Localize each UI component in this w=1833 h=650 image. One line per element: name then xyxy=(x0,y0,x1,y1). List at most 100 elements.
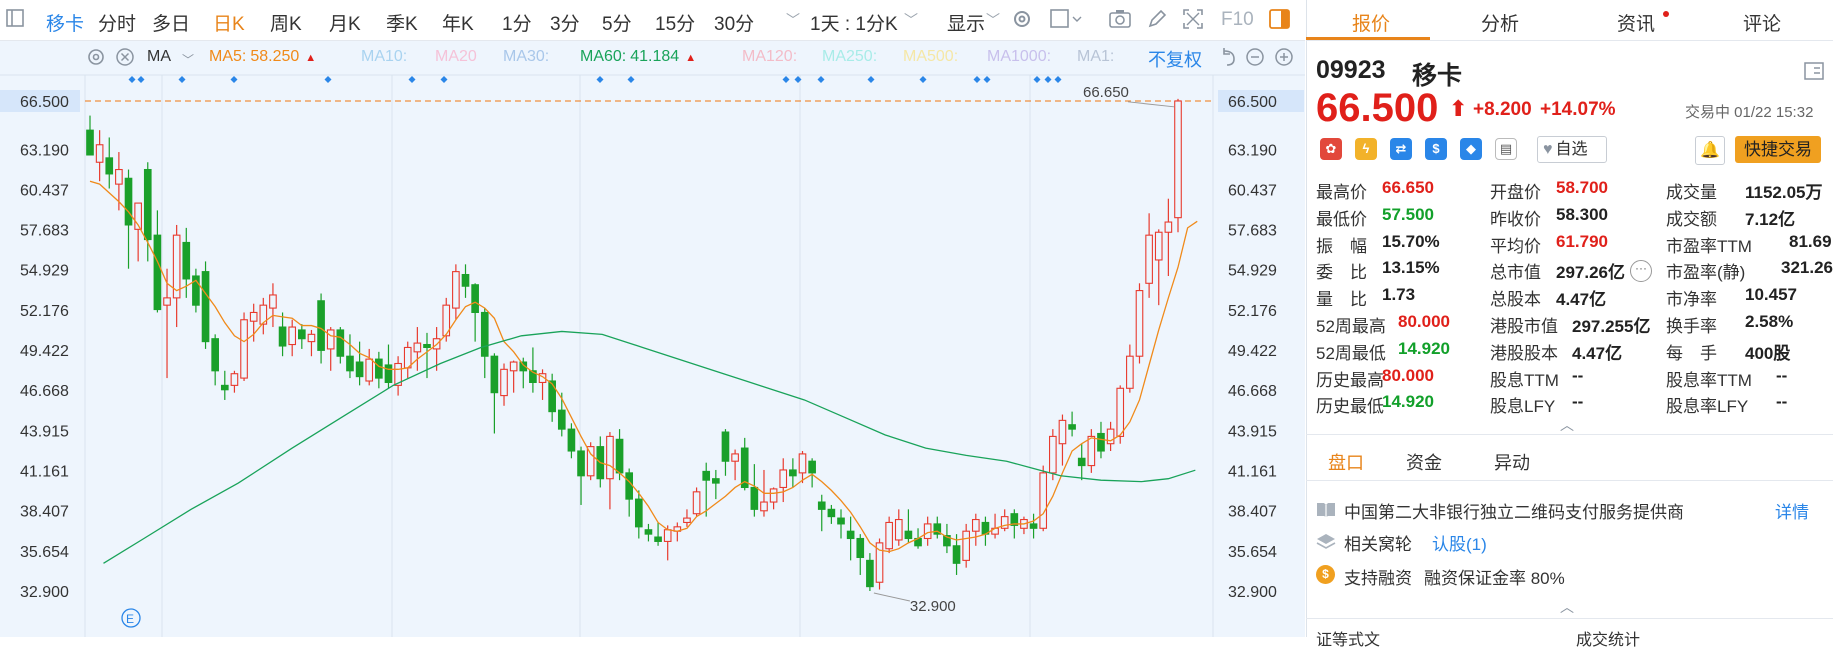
candle[interactable] xyxy=(625,472,634,500)
period-tab[interactable]: 日K xyxy=(213,9,245,36)
candle[interactable] xyxy=(712,478,720,484)
candle[interactable] xyxy=(606,435,614,480)
zoom-in-icon[interactable] xyxy=(1274,47,1294,72)
period-tab[interactable]: 月K xyxy=(329,9,361,36)
ma-legend-item[interactable]: MA1: xyxy=(1077,48,1118,66)
display-menu[interactable]: 显示 xyxy=(947,9,985,36)
candle[interactable] xyxy=(1154,231,1163,261)
settings-gear-icon[interactable] xyxy=(1011,8,1033,36)
candle[interactable] xyxy=(307,333,316,343)
candle[interactable] xyxy=(663,529,672,542)
ma-legend-item[interactable]: MA5: 58.250 ▲ xyxy=(209,48,316,66)
candle[interactable] xyxy=(288,326,297,346)
candle[interactable] xyxy=(317,300,325,351)
ma-legend-item[interactable]: MA1000: xyxy=(987,48,1055,66)
event-diamond-icon[interactable] xyxy=(128,76,136,83)
more-icon[interactable]: ··· xyxy=(1630,260,1652,282)
candle[interactable] xyxy=(1106,428,1115,445)
candle[interactable] xyxy=(182,241,191,280)
chevron-down-icon[interactable]: ﹀ xyxy=(182,51,194,68)
candle[interactable] xyxy=(1135,290,1144,357)
event-diamond-icon[interactable] xyxy=(973,76,981,83)
dollar-icon[interactable]: $ xyxy=(1425,138,1447,160)
candle[interactable] xyxy=(567,428,576,452)
candle[interactable] xyxy=(143,168,152,241)
event-diamond-icon[interactable] xyxy=(627,76,635,83)
candle[interactable] xyxy=(297,329,306,340)
panel-tab[interactable]: 报价 xyxy=(1352,9,1390,36)
panel-tab[interactable]: 评论 xyxy=(1743,9,1781,36)
event-diamond-icon[interactable] xyxy=(817,76,825,83)
ma-legend-item[interactable]: MA20 xyxy=(435,48,481,66)
candle[interactable] xyxy=(423,343,431,349)
candle[interactable] xyxy=(153,234,162,311)
undo-icon[interactable] xyxy=(1218,47,1238,72)
candle[interactable] xyxy=(1174,100,1182,219)
candle[interactable] xyxy=(278,326,287,347)
period-tab[interactable]: 季K xyxy=(386,9,418,36)
candle[interactable] xyxy=(644,529,653,535)
candle[interactable] xyxy=(346,355,354,372)
watchlist-button[interactable]: ♥ 自选 xyxy=(1537,136,1607,163)
candle[interactable] xyxy=(885,521,893,550)
candle[interactable] xyxy=(962,530,971,561)
candle[interactable] xyxy=(577,450,585,477)
chart-settings-icon[interactable] xyxy=(86,47,106,72)
candle[interactable] xyxy=(769,488,778,503)
candle[interactable] xyxy=(163,297,171,306)
panel-tab[interactable]: 分析 xyxy=(1481,9,1519,36)
candle[interactable] xyxy=(923,523,932,540)
candle[interactable] xyxy=(461,273,470,287)
candle[interactable] xyxy=(336,329,345,357)
candle[interactable] xyxy=(808,460,816,474)
candle[interactable] xyxy=(634,498,643,528)
period-tab[interactable]: 年K xyxy=(442,9,474,36)
event-diamond-icon[interactable] xyxy=(230,76,238,83)
event-diamond-icon[interactable] xyxy=(867,76,875,83)
candle[interactable] xyxy=(904,530,913,540)
event-diamond-icon[interactable] xyxy=(1054,76,1062,83)
bell-icon[interactable]: 🔔 xyxy=(1695,136,1725,165)
candle[interactable] xyxy=(269,294,277,309)
warrants-link[interactable]: 认股(1) xyxy=(1432,530,1487,555)
ma-legend-item[interactable]: MA30: xyxy=(503,48,553,66)
candle[interactable] xyxy=(615,438,624,474)
candle[interactable] xyxy=(557,409,566,430)
candle[interactable] xyxy=(654,536,662,542)
candle[interactable] xyxy=(894,518,903,541)
candle[interactable] xyxy=(548,380,556,413)
candle[interactable] xyxy=(480,311,489,357)
period-tab[interactable]: 分时 xyxy=(98,9,136,36)
layout-icon[interactable] xyxy=(1804,62,1824,85)
stock-name-tab[interactable]: 移卡 xyxy=(46,9,84,36)
candle[interactable] xyxy=(837,517,845,525)
candle[interactable] xyxy=(1049,435,1057,474)
candle[interactable] xyxy=(779,469,788,489)
ma-legend-item[interactable]: MA120: xyxy=(742,48,801,66)
candle[interactable] xyxy=(750,486,759,510)
event-diamond-icon[interactable] xyxy=(983,76,991,83)
candle[interactable] xyxy=(1164,221,1173,233)
candle[interactable] xyxy=(1039,472,1048,529)
candle[interactable] xyxy=(692,491,701,515)
candle[interactable] xyxy=(220,384,229,391)
sidebar-toggle-icon[interactable] xyxy=(6,9,24,33)
candle[interactable] xyxy=(230,373,239,386)
camera-icon[interactable] xyxy=(1108,8,1132,36)
tag-icon[interactable]: ◆ xyxy=(1460,138,1482,160)
period-tab[interactable]: 3分 xyxy=(550,9,580,36)
shuffle-icon[interactable]: ⇄ xyxy=(1390,138,1412,160)
candle[interactable] xyxy=(211,338,219,372)
period-tab[interactable]: 30分 xyxy=(714,9,754,36)
period-tab[interactable]: 1分 xyxy=(502,9,532,36)
candle[interactable] xyxy=(789,469,797,477)
event-diamond-icon[interactable] xyxy=(178,76,186,83)
candle[interactable] xyxy=(1068,424,1076,430)
candle[interactable] xyxy=(798,453,807,474)
event-diamond-icon[interactable] xyxy=(782,76,790,83)
hk-flag-icon[interactable]: ✿ xyxy=(1320,138,1342,160)
f10-button[interactable]: F10 xyxy=(1221,9,1254,31)
event-diamond-icon[interactable] xyxy=(596,76,604,83)
candle[interactable] xyxy=(952,545,961,564)
candle[interactable] xyxy=(384,364,393,384)
